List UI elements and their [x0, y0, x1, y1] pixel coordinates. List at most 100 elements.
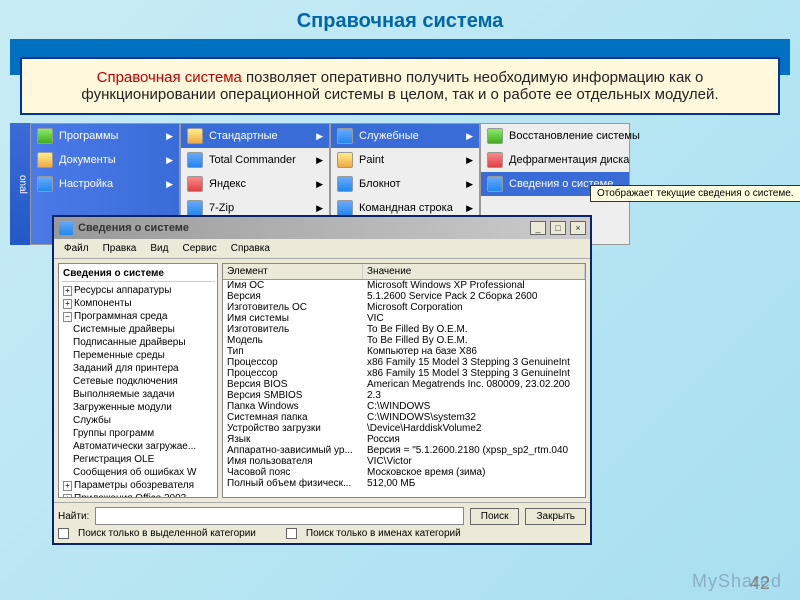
- tree-item[interactable]: Переменные среды: [61, 349, 215, 362]
- menu-item-label: 7-Zip: [209, 202, 234, 214]
- tree-pane[interactable]: Сведения о системе +Ресурсы аппаратуры+К…: [58, 263, 218, 498]
- table-row[interactable]: ЯзыкРоссия: [223, 434, 585, 445]
- checkbox-category-names[interactable]: [286, 528, 297, 539]
- close-button[interactable]: ×: [570, 221, 586, 235]
- tree-item[interactable]: Сообщения об ошибках W: [61, 466, 215, 479]
- tree-item[interactable]: +Ресурсы аппаратуры: [61, 284, 215, 297]
- cell-element: Имя системы: [223, 313, 363, 324]
- chk1-label: Поиск только в выделенной категории: [78, 528, 256, 539]
- find-input[interactable]: [95, 507, 463, 525]
- tree-item[interactable]: Автоматически загружае...: [61, 440, 215, 453]
- window-footer: Найти: Поиск Закрыть Поиск только в выде…: [54, 502, 590, 543]
- tree-item-label: Ресурсы аппаратуры: [74, 285, 171, 296]
- menu-item-icon: [487, 152, 503, 168]
- menu-item-label: Восстановление системы: [509, 130, 640, 142]
- table-row[interactable]: ИзготовительTo Be Filled By O.E.M.: [223, 324, 585, 335]
- table-row[interactable]: ТипКомпьютер на базе X86: [223, 346, 585, 357]
- tree-item[interactable]: Подписанные драйверы: [61, 336, 215, 349]
- cell-value: Московское время (зима): [363, 467, 585, 478]
- maximize-button[interactable]: □: [550, 221, 566, 235]
- menu-item[interactable]: Программы▶: [31, 124, 179, 148]
- table-row[interactable]: Полный объем физическ...512,00 МБ: [223, 478, 585, 489]
- tree-item[interactable]: Выполняемые задачи: [61, 388, 215, 401]
- tree-list: +Ресурсы аппаратуры+Компоненты−Программн…: [61, 284, 215, 498]
- tree-item[interactable]: Загруженные модули: [61, 401, 215, 414]
- chevron-right-icon: ▶: [316, 131, 323, 142]
- menu-Правка[interactable]: Правка: [97, 241, 143, 256]
- minimize-button[interactable]: _: [530, 221, 546, 235]
- tree-item-label: Группы программ: [73, 428, 154, 439]
- find-button[interactable]: Поиск: [470, 508, 520, 525]
- tree-item[interactable]: Заданий для принтера: [61, 362, 215, 375]
- menu-Сервис[interactable]: Сервис: [176, 241, 222, 256]
- cell-element: Модель: [223, 335, 363, 346]
- tree-item[interactable]: +Параметры обозревателя: [61, 479, 215, 492]
- tree-expander-icon[interactable]: −: [63, 312, 72, 322]
- cell-element: Аппаратно-зависимый ур...: [223, 445, 363, 456]
- menu-item[interactable]: Paint▶: [331, 148, 479, 172]
- menu-item[interactable]: Дефрагментация диска: [481, 148, 629, 172]
- menu-Справка[interactable]: Справка: [225, 241, 276, 256]
- tree-item-label: Заданий для принтера: [73, 363, 179, 374]
- menu-Файл[interactable]: Файл: [58, 241, 95, 256]
- menu-item[interactable]: Стандартные▶: [181, 124, 329, 148]
- table-row[interactable]: Версия BIOSAmerican Megatrends Inc. 0800…: [223, 379, 585, 390]
- col-element[interactable]: Элемент: [223, 264, 363, 279]
- close-find-button[interactable]: Закрыть: [525, 508, 586, 525]
- table-row[interactable]: Папка WindowsC:\WINDOWS: [223, 401, 585, 412]
- xp-brand-sidebar: onal: [10, 123, 30, 245]
- menu-item[interactable]: Документы▶: [31, 148, 179, 172]
- tree-item[interactable]: Службы: [61, 414, 215, 427]
- tree-expander-icon[interactable]: +: [63, 494, 72, 498]
- checkbox-selected-category[interactable]: [58, 528, 69, 539]
- tree-item[interactable]: Регистрация OLE: [61, 453, 215, 466]
- menu-item[interactable]: Служебные▶: [331, 124, 479, 148]
- window-titlebar[interactable]: Сведения о системе _ □ ×: [54, 217, 590, 239]
- menu-item[interactable]: Total Commander▶: [181, 148, 329, 172]
- data-rows: Имя ОСMicrosoft Windows XP ProfessionalВ…: [223, 280, 585, 489]
- table-row[interactable]: Процессорx86 Family 15 Model 3 Stepping …: [223, 357, 585, 368]
- col-value[interactable]: Значение: [363, 264, 585, 279]
- find-label: Найти:: [58, 511, 89, 522]
- tree-item-label: Компоненты: [74, 298, 132, 309]
- menu-item[interactable]: Яндекс▶: [181, 172, 329, 196]
- cell-element: Процессор: [223, 368, 363, 379]
- data-pane[interactable]: Элемент Значение Имя ОСMicrosoft Windows…: [222, 263, 586, 498]
- tree-expander-icon[interactable]: +: [63, 481, 72, 491]
- table-row[interactable]: Версия SMBIOS2.3: [223, 390, 585, 401]
- tree-item-label: Параметры обозревателя: [74, 480, 194, 491]
- tree-item[interactable]: Группы программ: [61, 427, 215, 440]
- table-row[interactable]: Имя пользователяVIC\Victor: [223, 456, 585, 467]
- chevron-right-icon: ▶: [166, 179, 173, 190]
- table-row[interactable]: Процессорx86 Family 15 Model 3 Stepping …: [223, 368, 585, 379]
- tree-item[interactable]: +Компоненты: [61, 297, 215, 310]
- tree-expander-icon[interactable]: +: [63, 299, 72, 309]
- table-row[interactable]: Изготовитель ОСMicrosoft Corporation: [223, 302, 585, 313]
- table-row[interactable]: Системная папкаC:\WINDOWS\system32: [223, 412, 585, 423]
- menu-item[interactable]: Блокнот ▶: [331, 172, 479, 196]
- menu-item-icon: [187, 176, 203, 192]
- table-row[interactable]: Часовой поясМосковское время (зима): [223, 467, 585, 478]
- menu-item[interactable]: Восстановление системы: [481, 124, 629, 148]
- slide: Справочная система Справочная система по…: [0, 0, 800, 600]
- cell-element: Версия BIOS: [223, 379, 363, 390]
- table-row[interactable]: МодельTo Be Filled By O.E.M.: [223, 335, 585, 346]
- menu-item[interactable]: Настройка▶: [31, 172, 179, 196]
- chevron-right-icon: ▶: [466, 179, 473, 190]
- tree-item-label: Регистрация OLE: [73, 454, 154, 465]
- tree-expander-icon[interactable]: +: [63, 286, 72, 296]
- table-row[interactable]: Имя ОСMicrosoft Windows XP Professional: [223, 280, 585, 291]
- table-row[interactable]: Аппаратно-зависимый ур...Версия = "5.1.2…: [223, 445, 585, 456]
- cell-element: Процессор: [223, 357, 363, 368]
- menu-item-label: Блокнот: [359, 178, 401, 190]
- table-row[interactable]: Устройство загрузки\Device\HarddiskVolum…: [223, 423, 585, 434]
- tree-item[interactable]: Системные драйверы: [61, 323, 215, 336]
- tree-item[interactable]: +Приложения Office 2003: [61, 492, 215, 498]
- tree-item[interactable]: Сетевые подключения: [61, 375, 215, 388]
- cell-element: Версия SMBIOS: [223, 390, 363, 401]
- tree-item[interactable]: −Программная среда: [61, 310, 215, 323]
- menu-item-label: Яндекс: [209, 178, 246, 190]
- table-row[interactable]: Версия5.1.2600 Service Pack 2 Сборка 260…: [223, 291, 585, 302]
- menu-Вид[interactable]: Вид: [144, 241, 174, 256]
- table-row[interactable]: Имя системыVIC: [223, 313, 585, 324]
